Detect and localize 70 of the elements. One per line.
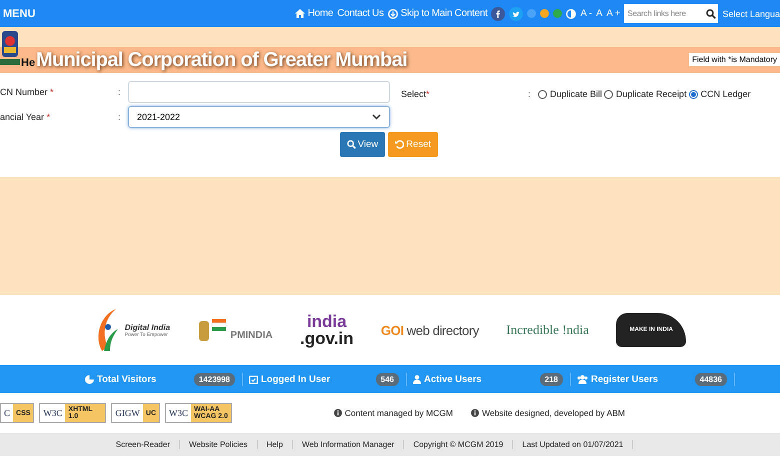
theme-dot[interactable]	[540, 9, 550, 18]
footer-link[interactable]: Copyright © MCGM 2019	[404, 440, 514, 449]
footer-link[interactable]: Help	[258, 440, 293, 449]
required-asterisk: *	[426, 89, 430, 99]
credit-text: Content managed by MCGM	[334, 408, 453, 418]
radio-button[interactable]	[688, 90, 698, 98]
view-button[interactable]: View	[340, 132, 386, 157]
users-icon	[577, 374, 588, 384]
count-badge: 44836	[694, 372, 727, 386]
nav-link[interactable]: Contact Us	[337, 8, 384, 19]
colon: :	[118, 87, 122, 97]
pie-icon	[85, 374, 94, 384]
nav-link[interactable]: Home	[294, 8, 334, 19]
menu-button[interactable]: MENU	[0, 8, 36, 20]
stat-label: Logged In User	[249, 374, 330, 384]
radio-button[interactable]	[604, 90, 614, 98]
footer-link[interactable]: Web Information Manager	[292, 440, 404, 449]
home-icon	[294, 9, 305, 18]
site-title: Municipal Corporation of Greater Mumbai	[36, 49, 408, 72]
footer-link[interactable]: Website Policies	[180, 440, 258, 449]
radio-label[interactable]: CCN Ledger	[700, 89, 751, 99]
radio-button[interactable]	[538, 90, 547, 98]
arrow-circle-icon	[388, 8, 398, 18]
user-icon	[413, 374, 421, 384]
search-icon	[346, 140, 356, 149]
footer-link[interactable]: Screen-Reader	[106, 440, 180, 449]
logo-text[interactable]: PMINDIA	[230, 330, 273, 340]
field-label: CN Number	[0, 87, 48, 97]
logo-text[interactable]: GOI web directory	[380, 322, 479, 338]
logo-text[interactable]: Incredible !ndia	[506, 322, 589, 338]
logo-text[interactable]: india	[306, 313, 347, 330]
field-label: Select	[401, 89, 426, 99]
language-select[interactable]: Select Langua	[722, 8, 780, 18]
info-icon	[470, 409, 479, 417]
input-field[interactable]	[128, 81, 390, 103]
theme-dot[interactable]	[553, 9, 562, 18]
font-size-button[interactable]: A +	[606, 8, 620, 19]
contrast-icon[interactable]	[566, 8, 576, 18]
search-field[interactable]: Search links here	[624, 4, 704, 23]
mandatory-note: Field with *is Mandatory	[689, 53, 780, 66]
logo-text[interactable]: Digital India	[124, 322, 170, 332]
stat-label: Active Users	[413, 374, 482, 384]
search-button[interactable]	[704, 4, 718, 23]
count-badge: 1423998	[194, 372, 235, 386]
font-size-button[interactable]: A	[596, 8, 602, 19]
info-icon	[334, 409, 342, 417]
chevron-down-icon	[372, 114, 381, 120]
count-badge: 218	[540, 372, 563, 386]
calendar-check-icon	[249, 374, 258, 384]
colon: :	[118, 112, 122, 122]
theme-dot[interactable]	[527, 9, 536, 18]
font-size-button[interactable]: A -	[580, 8, 592, 19]
stat-label: Register Users	[577, 374, 658, 384]
nav-link[interactable]: Skip to Main Content	[388, 8, 488, 19]
twitter-icon[interactable]	[509, 6, 524, 20]
facebook-icon[interactable]	[491, 6, 506, 20]
help-desk-label: He	[21, 57, 36, 69]
radio-label[interactable]: Duplicate Bill	[550, 89, 602, 99]
logo-text[interactable]: .gov.in	[300, 330, 354, 347]
colon: :	[528, 89, 532, 99]
year-select[interactable]: 2021-2022	[128, 106, 390, 128]
required-asterisk: *	[46, 112, 50, 122]
required-asterisk: *	[50, 87, 54, 97]
footer-link[interactable]: Last Updated on 01/07/2021	[513, 440, 634, 449]
field-label: ancial Year	[0, 112, 44, 122]
undo-icon	[395, 140, 404, 149]
stat-label: Total Visitors	[85, 374, 156, 384]
count-badge: 546	[376, 372, 399, 386]
credit-text: Website designed, developed by ABM	[470, 408, 625, 418]
radio-label[interactable]: Duplicate Receipt	[616, 89, 687, 99]
